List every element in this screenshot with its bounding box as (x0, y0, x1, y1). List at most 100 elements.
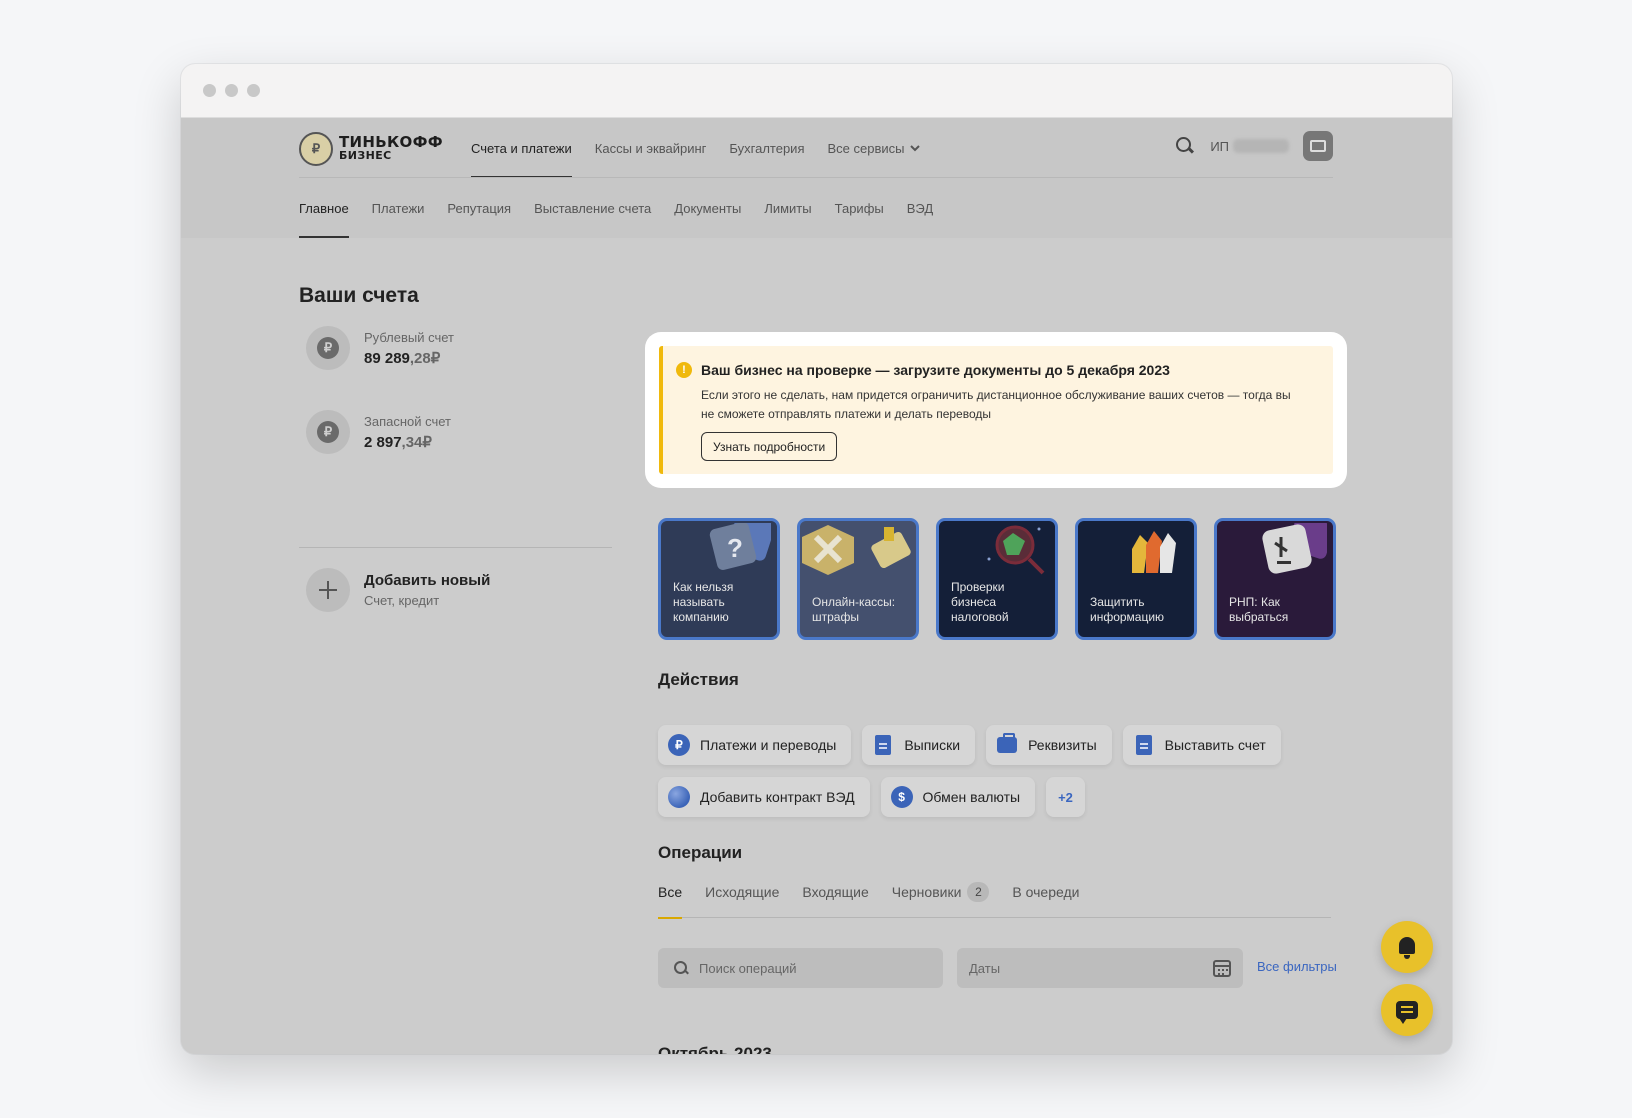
operations-search-input[interactable]: Поиск операций (658, 948, 943, 988)
subnav-documents[interactable]: Документы (674, 178, 741, 238)
mainnav-all-services[interactable]: Все сервисы (827, 118, 921, 178)
actions-list: ₽ Платежи и переводы Выписки Реквизиты В… (658, 725, 1318, 817)
action-label: Платежи и переводы (700, 737, 837, 753)
window-minimize-dot[interactable] (225, 84, 238, 97)
search-icon (674, 961, 688, 975)
globe-icon (668, 786, 690, 808)
action-label: Добавить контракт ВЭД (700, 789, 855, 805)
account-name: Запасной счет (364, 413, 452, 429)
tab-drafts-label: Черновики (891, 884, 962, 900)
action-currency-exchange[interactable]: $ Обмен валюты (880, 777, 1036, 817)
logo-emblem-icon: ₽ (299, 132, 333, 166)
browser-window: ₽ ТИНЬКОФФ БИЗНЕС Счета и платежи Кассы … (181, 64, 1452, 1054)
ruble-icon: ₽ (668, 734, 690, 756)
window-maximize-dot[interactable] (247, 84, 260, 97)
story-online-cash[interactable]: Онлайн-кассы: штрафы (797, 518, 919, 640)
notifications-button[interactable] (1381, 921, 1433, 973)
alert-title: Ваш бизнес на проверке — загрузите докум… (701, 362, 1170, 378)
action-ved-contract[interactable]: Добавить контракт ВЭД (658, 777, 870, 817)
operations-title: Операции (658, 843, 743, 862)
svg-text:?: ? (727, 533, 743, 563)
action-statements[interactable]: Выписки (862, 725, 976, 765)
tab-all[interactable]: Все (658, 878, 683, 919)
mainnav-accounting[interactable]: Бухгалтерия (729, 118, 804, 178)
user-prefix: ИП (1210, 138, 1229, 154)
subnav-reputation[interactable]: Репутация (447, 178, 511, 238)
alert-text: Если этого не сделать, нам придется огра… (701, 388, 1291, 421)
chess-knights-icon (1132, 531, 1176, 573)
plus-icon (306, 568, 350, 612)
subnav-limits[interactable]: Лимиты (764, 178, 811, 238)
learn-more-button[interactable]: Узнать подробности (701, 432, 838, 461)
subnav-main[interactable]: Главное (299, 178, 349, 238)
user-name-redacted (1233, 139, 1289, 153)
invoice-icon (1135, 735, 1152, 755)
dates-placeholder: Даты (969, 960, 1001, 976)
add-account-subtitle: Счет, кредит (364, 593, 440, 608)
accounts-divider (299, 547, 612, 548)
magnifier-money-icon (987, 525, 1045, 575)
account-balance: 89 289,28₽ (364, 349, 441, 367)
chat-icon (1396, 1001, 1418, 1024)
dates-field[interactable]: Даты (957, 948, 1243, 988)
logo-line-1: ТИНЬКОФФ (339, 133, 443, 151)
more-actions-button[interactable]: +2 (1046, 777, 1085, 817)
account-reserve[interactable]: ₽ Запасной счет 2 897,34₽ (299, 410, 451, 454)
tab-outgoing[interactable]: Исходящие (705, 878, 779, 918)
mainnav-cash-acquiring[interactable]: Кассы и эквайринг (595, 118, 707, 178)
action-invoice[interactable]: Выставить счет (1122, 725, 1281, 765)
briefcase-icon (1310, 140, 1326, 152)
subnav-tariffs[interactable]: Тарифы (835, 178, 884, 238)
tab-queued[interactable]: В очереди (1012, 878, 1079, 918)
calendar-icon[interactable] (1213, 959, 1231, 977)
month-heading: Октябрь 2023 (658, 1044, 772, 1054)
search-placeholder: Поиск операций (699, 960, 797, 976)
story-company-name[interactable]: ? Как нельзя называть компанию (658, 518, 780, 640)
chevron-down-icon (910, 144, 921, 151)
story-protect-info[interactable]: Защитить информацию (1075, 518, 1197, 640)
account-name: Рублевый счет (364, 329, 454, 345)
story-label: РНП: Как выбраться (1229, 595, 1289, 624)
action-payments[interactable]: ₽ Платежи и переводы (658, 725, 852, 765)
chat-button[interactable] (1381, 984, 1433, 1036)
action-label: Выписки (904, 737, 961, 753)
action-label: Выставить счет (1164, 737, 1266, 753)
subnav-payments[interactable]: Платежи (372, 178, 425, 238)
document-icon (875, 735, 892, 755)
sub-navigation: Главное Платежи Репутация Выставление сч… (299, 178, 933, 238)
add-account-title: Добавить новый (364, 572, 491, 589)
dollar-icon: $ (890, 786, 913, 808)
subnav-invoicing[interactable]: Выставление счета (534, 178, 651, 238)
main-content: Ваши счета ₽ Рублевый счет 89 289,28₽ ₽ … (181, 238, 1452, 1054)
story-tax-audit[interactable]: Проверки бизнеса налоговой (936, 518, 1058, 640)
tab-incoming[interactable]: Входящие (802, 878, 868, 918)
window-titlebar (181, 64, 1452, 118)
logo-line-2: БИЗНЕС (339, 149, 392, 162)
story-label: Как нельзя называть компанию (673, 580, 734, 624)
verification-alert: ! Ваш бизнес на проверке — загрузите док… (659, 346, 1333, 474)
actions-title: Действия (658, 670, 739, 689)
add-account-button[interactable]: Добавить новый Счет, кредит (299, 568, 490, 612)
story-label: Онлайн-кассы: штрафы (812, 595, 896, 624)
window-close-dot[interactable] (203, 84, 216, 97)
cash-register-icon (802, 525, 911, 575)
tab-drafts[interactable]: Черновики 2 (892, 878, 990, 918)
all-filters-link[interactable]: Все фильтры (1257, 959, 1337, 974)
tinkoff-business-logo[interactable]: ₽ ТИНЬКОФФ БИЗНЕС (299, 132, 443, 166)
action-label: Реквизиты (1028, 737, 1097, 753)
account-ruble[interactable]: ₽ Рублевый счет 89 289,28₽ (299, 326, 454, 370)
ruble-icon: ₽ (306, 410, 350, 454)
mainnav-all-services-label: Все сервисы (827, 140, 905, 156)
accounts-title: Ваши счета (299, 284, 419, 307)
action-label: Обмен валюты (922, 789, 1021, 805)
user-menu[interactable]: ИП (1210, 139, 1289, 154)
search-icon[interactable] (1174, 135, 1196, 157)
story-rnp[interactable]: РНП: Как выбраться (1214, 518, 1336, 640)
verification-alert-card: ! Ваш бизнес на проверке — загрузите док… (645, 332, 1347, 488)
company-avatar[interactable] (1303, 131, 1333, 161)
subnav-ved[interactable]: ВЭД (907, 178, 933, 238)
main-nav: Счета и платежи Кассы и эквайринг Бухгал… (471, 118, 921, 178)
top-navigation: ₽ ТИНЬКОФФ БИЗНЕС Счета и платежи Кассы … (181, 118, 1452, 178)
action-requisites[interactable]: Реквизиты (986, 725, 1112, 765)
mainnav-accounts-payments[interactable]: Счета и платежи (471, 118, 572, 178)
